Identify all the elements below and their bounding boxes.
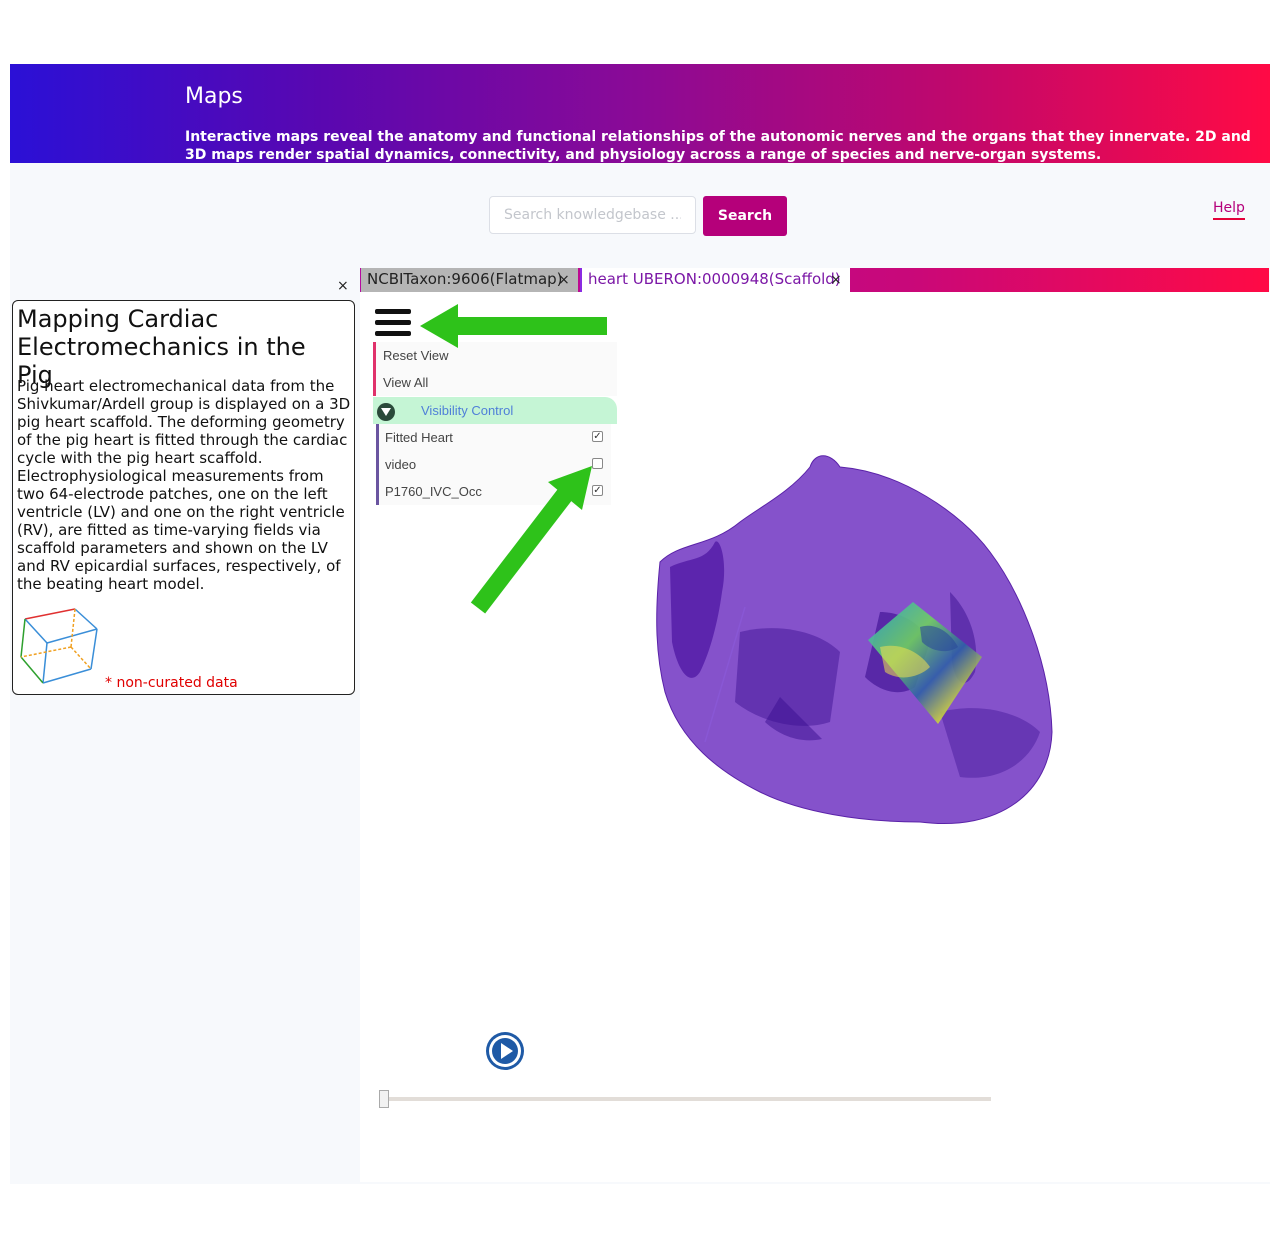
help-link[interactable]: Help (1213, 200, 1245, 220)
non-curated-note: * non-curated data (105, 675, 238, 691)
view-all-button[interactable]: View All (373, 369, 617, 396)
visibility-item-label: Fitted Heart (385, 430, 453, 445)
time-slider-track[interactable] (384, 1097, 991, 1101)
info-panel-close-icon[interactable]: × (337, 278, 349, 294)
visibility-item-p1760[interactable]: P1760_IVC_Occ ✓ (376, 478, 611, 505)
fitted-heart-checkbox[interactable]: ✓ (592, 431, 603, 442)
info-description: Pig heart electromechanical data from th… (17, 377, 351, 593)
visibility-item-label: video (385, 457, 417, 472)
visibility-item-video[interactable]: video (376, 451, 611, 478)
viewer-menu: Reset View View All (373, 342, 617, 396)
viewer-menu-hamburger-icon[interactable] (375, 309, 411, 337)
page-header: Maps Interactive maps reveal the anatomy… (10, 64, 1270, 163)
video-checkbox[interactable] (592, 458, 603, 469)
reset-view-button[interactable]: Reset View (373, 342, 617, 369)
tab-scaffold[interactable]: heart UBERON:0000948(Scaffold) (580, 268, 850, 292)
search-input[interactable] (489, 196, 696, 234)
play-button[interactable] (486, 1032, 524, 1070)
time-slider-handle[interactable] (379, 1090, 389, 1108)
page-description: Interactive maps reveal the anatomy and … (185, 129, 1251, 163)
tab-scaffold-close-icon[interactable]: × (830, 272, 842, 288)
tab-flatmap[interactable]: NCBITaxon:9606(Flatmap) (361, 268, 578, 292)
search-button[interactable]: Search (703, 196, 787, 236)
scaffold-cube-icon (20, 608, 98, 684)
visibility-control-label: Visibility Control (421, 403, 514, 418)
page-title: Maps (185, 84, 243, 109)
info-panel: Mapping Cardiac Electromechanics in the … (12, 300, 355, 695)
p1760-checkbox[interactable]: ✓ (592, 485, 603, 496)
tab-flatmap-close-icon[interactable]: × (558, 272, 570, 288)
visibility-item-fitted-heart[interactable]: Fitted Heart ✓ (376, 424, 611, 451)
visibility-item-label: P1760_IVC_Occ (385, 484, 482, 499)
collapse-arrow-icon[interactable] (377, 403, 395, 421)
